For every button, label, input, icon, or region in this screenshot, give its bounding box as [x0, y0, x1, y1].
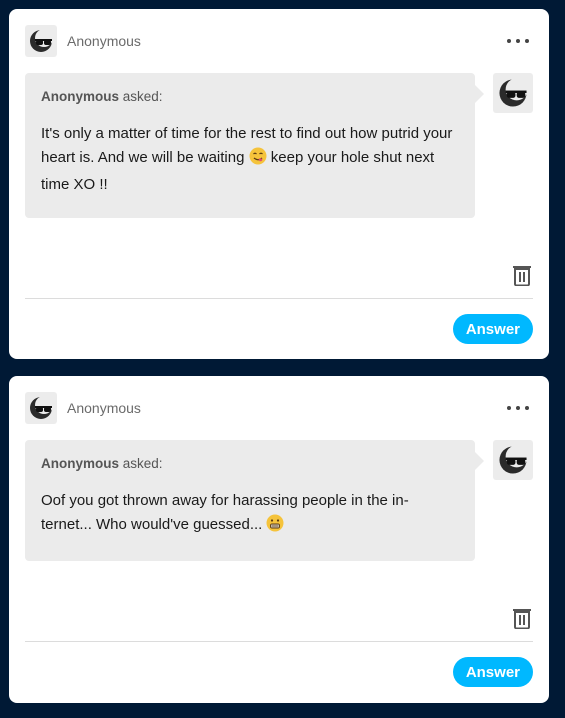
- grimacing-face-emoji-icon: [266, 514, 284, 540]
- post-header: Anonymous: [25, 392, 141, 424]
- question-part-1: Oof you got thrown away for harassing pe…: [41, 492, 409, 533]
- asker-name: Anonymous: [41, 456, 120, 471]
- anonymous-avatar-icon[interactable]: [25, 25, 57, 57]
- asker-avatar-icon[interactable]: [493, 73, 533, 113]
- divider: [25, 641, 533, 642]
- dot-icon: [516, 406, 520, 410]
- ask-bubble: Anonymous asked: Oof you got thrown away…: [25, 440, 484, 561]
- dot-icon: [507, 39, 511, 43]
- ask-card: Anonymous Anonymous asked: It's only a m…: [9, 9, 549, 359]
- trash-icon[interactable]: [512, 264, 532, 287]
- ask-bubble: Anonymous asked: It's only a matter of t…: [25, 73, 484, 218]
- divider: [25, 298, 533, 299]
- more-options-button[interactable]: [507, 31, 529, 51]
- asker-line: Anonymous asked:: [41, 89, 459, 104]
- dot-icon: [516, 39, 520, 43]
- blog-name[interactable]: Anonymous: [67, 400, 141, 416]
- question-text: Oof you got thrown away for harassing pe…: [41, 489, 459, 540]
- more-options-button[interactable]: [507, 398, 529, 418]
- trash-icon[interactable]: [512, 607, 532, 630]
- dot-icon: [525, 406, 529, 410]
- ask-card: Anonymous Anonymous asked: Oof you got t…: [9, 376, 549, 703]
- dot-icon: [507, 406, 511, 410]
- post-header: Anonymous: [25, 25, 141, 57]
- question-text: It's only a matter of time for the rest …: [41, 122, 459, 197]
- asker-line: Anonymous asked:: [41, 456, 459, 471]
- anonymous-avatar-icon[interactable]: [25, 392, 57, 424]
- answer-button[interactable]: Answer: [452, 314, 533, 344]
- dot-icon: [525, 39, 529, 43]
- asked-label: asked:: [122, 89, 163, 104]
- asker-avatar-icon[interactable]: [493, 440, 533, 480]
- asker-name: Anonymous: [41, 89, 120, 104]
- yum-face-emoji-icon: [249, 147, 267, 173]
- answer-button[interactable]: Answer: [452, 657, 533, 687]
- asked-label: asked:: [122, 456, 163, 471]
- blog-name[interactable]: Anonymous: [67, 33, 141, 49]
